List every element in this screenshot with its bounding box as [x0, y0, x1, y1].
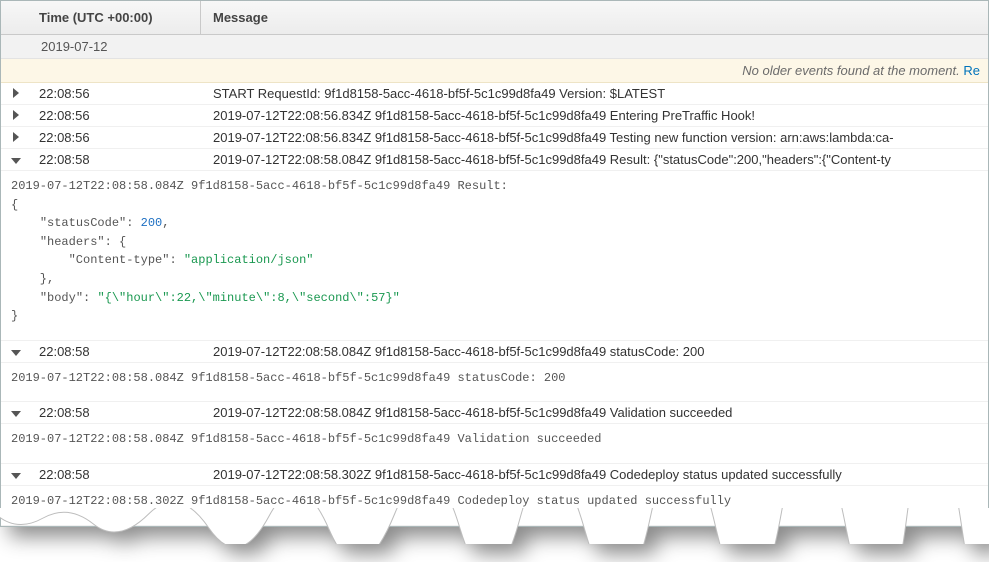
chevron-right-icon[interactable]: [13, 88, 19, 98]
log-rows: 22:08:56START RequestId: 9f1d8158-5acc-4…: [1, 83, 988, 526]
log-detail-plain: 2019-07-12T22:08:58.084Z 9f1d8158-5acc-4…: [1, 424, 988, 464]
table-row[interactable]: 22:08:56START RequestId: 9f1d8158-5acc-4…: [1, 83, 988, 105]
log-time: 22:08:56: [31, 130, 201, 145]
log-message: 2019-07-12T22:08:58.084Z 9f1d8158-5acc-4…: [201, 152, 988, 167]
chevron-right-icon[interactable]: [13, 132, 19, 142]
chevron-right-icon[interactable]: [13, 110, 19, 120]
no-older-events-notice: No older events found at the moment. Re: [1, 59, 988, 83]
log-detail-plain: 2019-07-12T22:08:58.302Z 9f1d8158-5acc-4…: [1, 486, 988, 526]
log-time: 22:08:58: [31, 405, 201, 420]
expand-toggle[interactable]: [1, 86, 31, 101]
table-row[interactable]: 22:08:562019-07-12T22:08:56.834Z 9f1d815…: [1, 105, 988, 127]
log-message: 2019-07-12T22:08:58.084Z 9f1d8158-5acc-4…: [201, 405, 988, 420]
log-time: 22:08:56: [31, 108, 201, 123]
chevron-down-icon[interactable]: [11, 158, 21, 164]
log-message: 2019-07-12T22:08:56.834Z 9f1d8158-5acc-4…: [201, 108, 988, 123]
retry-link[interactable]: Re: [963, 63, 980, 78]
expand-toggle[interactable]: [1, 405, 31, 420]
table-row[interactable]: 22:08:582019-07-12T22:08:58.302Z 9f1d815…: [1, 464, 988, 486]
expand-toggle[interactable]: [1, 152, 31, 167]
log-time: 22:08:56: [31, 86, 201, 101]
notice-text: No older events found at the moment.: [742, 63, 963, 78]
chevron-down-icon[interactable]: [11, 473, 21, 479]
log-time: 22:08:58: [31, 344, 201, 359]
table-row[interactable]: 22:08:562019-07-12T22:08:56.834Z 9f1d815…: [1, 127, 988, 149]
table-header: Time (UTC +00:00) Message: [1, 1, 988, 35]
expand-toggle[interactable]: [1, 130, 31, 145]
table-row[interactable]: 22:08:582019-07-12T22:08:58.084Z 9f1d815…: [1, 149, 988, 171]
log-message: 2019-07-12T22:08:56.834Z 9f1d8158-5acc-4…: [201, 130, 988, 145]
log-viewer: Time (UTC +00:00) Message 2019-07-12 No …: [0, 0, 989, 527]
header-time[interactable]: Time (UTC +00:00): [31, 1, 201, 34]
log-time: 22:08:58: [31, 152, 201, 167]
expand-toggle[interactable]: [1, 108, 31, 123]
table-row[interactable]: 22:08:582019-07-12T22:08:58.084Z 9f1d815…: [1, 402, 988, 424]
date-group: 2019-07-12: [1, 35, 988, 59]
log-message: 2019-07-12T22:08:58.084Z 9f1d8158-5acc-4…: [201, 344, 988, 359]
log-message: START RequestId: 9f1d8158-5acc-4618-bf5f…: [201, 86, 988, 101]
table-row[interactable]: 22:08:582019-07-12T22:08:58.084Z 9f1d815…: [1, 341, 988, 363]
header-message[interactable]: Message: [201, 1, 988, 34]
expand-toggle[interactable]: [1, 467, 31, 482]
expand-toggle[interactable]: [1, 344, 31, 359]
log-time: 22:08:58: [31, 467, 201, 482]
chevron-down-icon[interactable]: [11, 350, 21, 356]
log-detail-plain: 2019-07-12T22:08:58.084Z 9f1d8158-5acc-4…: [1, 363, 988, 403]
log-detail-json: 2019-07-12T22:08:58.084Z 9f1d8158-5acc-4…: [1, 171, 988, 341]
log-message: 2019-07-12T22:08:58.302Z 9f1d8158-5acc-4…: [201, 467, 988, 482]
chevron-down-icon[interactable]: [11, 411, 21, 417]
